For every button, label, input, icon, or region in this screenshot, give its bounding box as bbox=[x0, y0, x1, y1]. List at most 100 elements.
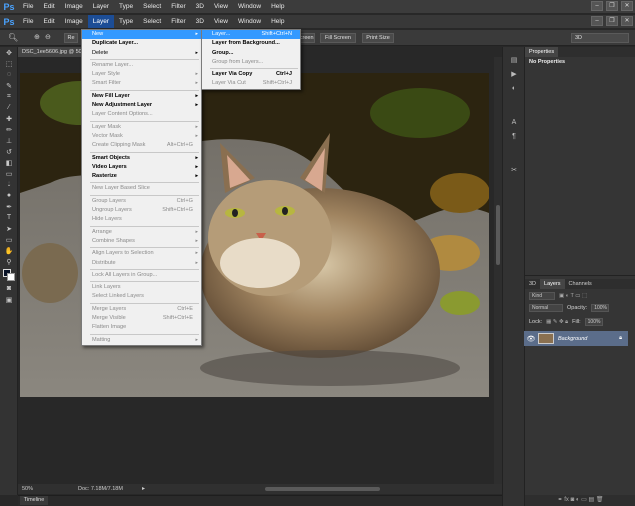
menu-help[interactable]: Help bbox=[266, 0, 289, 13]
menu-item-merge-visible[interactable]: Merge Visible Shift+Ctrl+E bbox=[82, 314, 201, 323]
menu-filter[interactable]: Filter bbox=[166, 0, 190, 13]
vertical-scroll-thumb[interactable] bbox=[496, 205, 500, 265]
menu-item-layer-content-options[interactable]: Layer Content Options... bbox=[82, 110, 201, 119]
menu-item-delete[interactable]: Delete ▸ bbox=[82, 49, 201, 58]
actions-icon[interactable]: ▶ bbox=[503, 67, 525, 81]
minimize-icon[interactable]: – bbox=[591, 1, 603, 11]
blur-tool-icon[interactable]: 💧︎ bbox=[0, 179, 18, 190]
type-tool-icon[interactable]: T bbox=[0, 212, 18, 223]
clone-stamp-tool-icon[interactable]: ⊥ bbox=[0, 135, 18, 146]
layer-row-background[interactable]: 👁︎ Background 🔒︎ bbox=[524, 331, 628, 346]
horizontal-scroll-thumb[interactable] bbox=[265, 487, 380, 491]
zoom-tool-icon[interactable]: 🔍︎ bbox=[8, 33, 18, 42]
vertical-scrollbar[interactable] bbox=[494, 57, 502, 484]
menu-item-layer-via-copy[interactable]: Layer Via Copy Ctrl+J bbox=[202, 70, 300, 79]
dodge-tool-icon[interactable]: ● bbox=[0, 190, 18, 201]
menu-file[interactable]: File bbox=[18, 15, 38, 28]
menu-select[interactable]: Select bbox=[138, 15, 166, 28]
minimize-icon[interactable]: – bbox=[591, 16, 603, 26]
menu-item-combine-shapes[interactable]: Combine Shapes ▸ bbox=[82, 237, 201, 246]
menu-item-lock-all-layers-in-group[interactable]: Lock All Layers in Group... bbox=[82, 271, 201, 280]
restore-icon[interactable]: ❐ bbox=[606, 16, 618, 26]
resize-windows-partial[interactable]: Re bbox=[64, 33, 78, 43]
status-arrow-icon[interactable]: ▸ bbox=[142, 484, 145, 494]
close-icon[interactable]: ✕ bbox=[621, 16, 633, 26]
zoom-level[interactable]: 50% bbox=[22, 484, 33, 494]
character-icon[interactable]: A bbox=[503, 115, 525, 129]
menu-item-new[interactable]: New ▸ bbox=[82, 30, 201, 40]
document-tab[interactable]: DSC_1ee5606.jpg @ 50 bbox=[18, 47, 88, 57]
menu-help[interactable]: Help bbox=[266, 15, 289, 28]
print-size-button[interactable]: Print Size bbox=[362, 33, 394, 43]
menu-filter[interactable]: Filter bbox=[166, 15, 190, 28]
menu-item-new-adjustment-layer[interactable]: New Adjustment Layer ▸ bbox=[82, 101, 201, 110]
menu-item-group-from-layers[interactable]: Group from Layers... bbox=[202, 58, 300, 67]
menu-item-smart-objects[interactable]: Smart Objects ▸ bbox=[82, 154, 201, 163]
shape-tool-icon[interactable]: ▭ bbox=[0, 234, 18, 245]
menu-edit[interactable]: Edit bbox=[38, 0, 59, 13]
menu-item-hide-layers[interactable]: Hide Layers bbox=[82, 215, 201, 224]
menu-item-layer[interactable]: Layer... Shift+Ctrl+N bbox=[202, 30, 300, 40]
zoom-out-icon[interactable]: ⊖ bbox=[45, 33, 51, 41]
menu-window[interactable]: Window bbox=[233, 0, 266, 13]
layers-footer-icons[interactable]: ⚭ fx ◙ ◐ ▭ ▤ 🗑︎ bbox=[525, 495, 635, 506]
menu-item-layer-from-background[interactable]: Layer from Background... bbox=[202, 39, 300, 48]
menu-item-ungroup-layers[interactable]: Ungroup Layers Shift+Ctrl+G bbox=[82, 206, 201, 215]
kind-filter-select[interactable]: Kind bbox=[529, 292, 555, 300]
menu-item-flatten-image[interactable]: Flatten Image bbox=[82, 323, 201, 332]
tools-preset-icon[interactable]: ✂ bbox=[503, 163, 525, 177]
workspace-select[interactable]: 3D bbox=[571, 33, 629, 43]
menu-item-new-fill-layer[interactable]: New Fill Layer ▸ bbox=[82, 92, 201, 101]
move-tool-icon[interactable]: ✥ bbox=[0, 47, 18, 58]
paragraph-icon[interactable]: ¶ bbox=[503, 129, 525, 143]
menu-item-group-layers[interactable]: Group Layers Ctrl+G bbox=[82, 197, 201, 206]
menu-type[interactable]: Type bbox=[114, 15, 138, 28]
menu-item-create-clipping-mask[interactable]: Create Clipping Mask Alt+Ctrl+G bbox=[82, 141, 201, 150]
menu-item-video-layers[interactable]: Video Layers ▸ bbox=[82, 163, 201, 172]
quick-mask-icon[interactable]: ◙ bbox=[0, 283, 18, 294]
menu-3d[interactable]: 3D bbox=[191, 0, 209, 13]
menu-item-new-layer-based-slice[interactable]: New Layer Based Slice bbox=[82, 184, 201, 193]
restore-icon[interactable]: ❐ bbox=[606, 1, 618, 11]
menu-item-layer-mask[interactable]: Layer Mask ▸ bbox=[82, 123, 201, 132]
pen-tool-icon[interactable]: ✒ bbox=[0, 201, 18, 212]
menu-item-select-linked-layers[interactable]: Select Linked Layers bbox=[82, 292, 201, 301]
tab-3d[interactable]: 3D bbox=[525, 279, 540, 289]
menu-image[interactable]: Image bbox=[60, 15, 88, 28]
menu-image[interactable]: Image bbox=[60, 0, 88, 13]
menu-item-group[interactable]: Group... bbox=[202, 49, 300, 58]
zoom-in-icon[interactable]: ⊕ bbox=[34, 33, 40, 41]
crop-tool-icon[interactable]: ⌗ bbox=[0, 91, 18, 102]
menu-item-merge-layers[interactable]: Merge Layers Ctrl+E bbox=[82, 305, 201, 314]
adjustments-icon[interactable]: ◐ bbox=[503, 81, 525, 95]
brush-tool-icon[interactable]: ✏ bbox=[0, 124, 18, 135]
gradient-tool-icon[interactable]: ▭ bbox=[0, 168, 18, 179]
menu-layer[interactable]: Layer bbox=[88, 0, 114, 13]
menu-item-distribute[interactable]: Distribute ▸ bbox=[82, 259, 201, 268]
menu-view[interactable]: View bbox=[209, 15, 233, 28]
filter-icons[interactable]: ▣ ◐ T ▭ ⬚ bbox=[559, 291, 587, 301]
menu-edit[interactable]: Edit bbox=[38, 15, 59, 28]
blend-mode-select[interactable]: Normal bbox=[529, 304, 563, 312]
menu-item-arrange[interactable]: Arrange ▸ bbox=[82, 228, 201, 237]
lock-icons[interactable]: ▦ ✎ ✥ 🔒︎ bbox=[546, 317, 568, 327]
history-icon[interactable]: ▤ bbox=[503, 53, 525, 67]
menu-3d[interactable]: 3D bbox=[191, 15, 209, 28]
history-brush-tool-icon[interactable]: ↺ bbox=[0, 146, 18, 157]
menu-item-layer-style[interactable]: Layer Style ▸ bbox=[82, 70, 201, 79]
menu-item-rename-layer[interactable]: Rename Layer... bbox=[82, 61, 201, 70]
close-icon[interactable]: ✕ bbox=[621, 1, 633, 11]
color-swatches[interactable] bbox=[0, 267, 17, 283]
menu-item-align-layers-to-selection[interactable]: Align Layers to Selection ▸ bbox=[82, 249, 201, 258]
menu-item-link-layers[interactable]: Link Layers bbox=[82, 283, 201, 292]
fill-field[interactable]: 100% bbox=[584, 318, 603, 326]
quick-select-tool-icon[interactable]: ✎ bbox=[0, 80, 18, 91]
fill-screen-button[interactable]: Fill Screen bbox=[320, 33, 356, 43]
menu-file[interactable]: File bbox=[18, 0, 38, 13]
eraser-tool-icon[interactable]: ◧ bbox=[0, 157, 18, 168]
menu-item-smart-filter[interactable]: Smart Filter ▸ bbox=[82, 79, 201, 88]
screen-mode-icon[interactable]: ▣ bbox=[0, 294, 18, 305]
healing-brush-tool-icon[interactable]: ✚ bbox=[0, 113, 18, 124]
tab-layers[interactable]: Layers bbox=[540, 279, 565, 289]
menu-item-duplicate-layer[interactable]: Duplicate Layer... bbox=[82, 39, 201, 48]
